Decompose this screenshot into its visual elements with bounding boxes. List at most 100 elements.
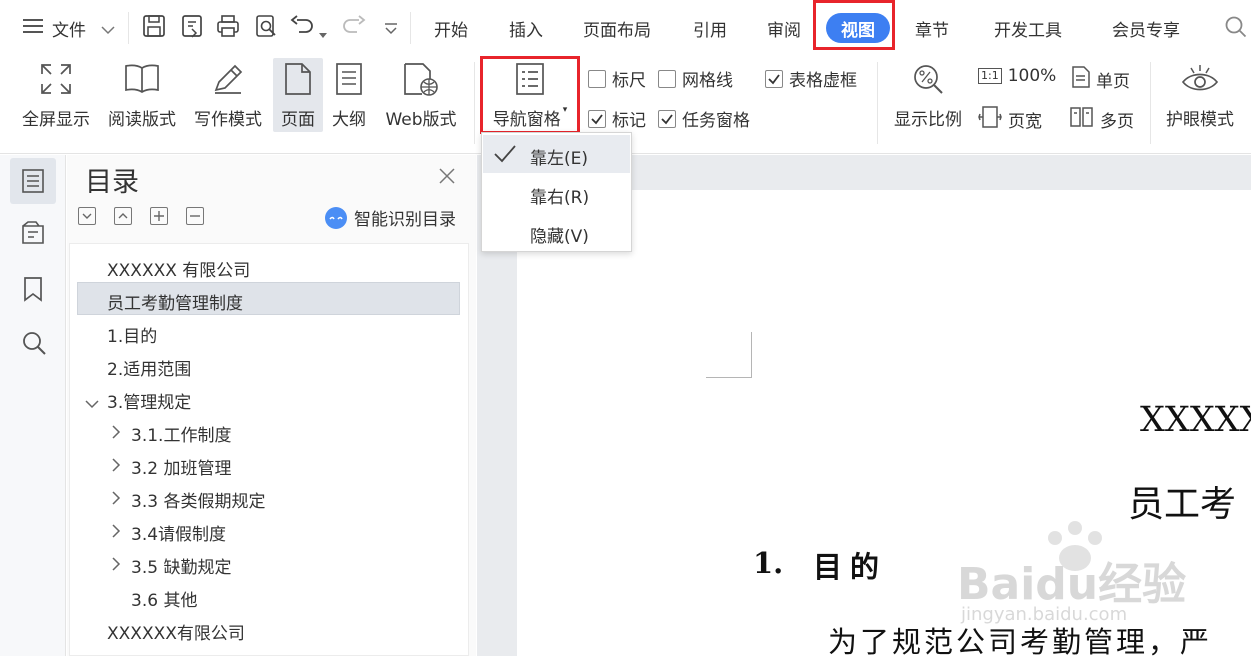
outline-item[interactable]: 3.2 加班管理	[131, 454, 231, 479]
task-pane-checkbox[interactable]: 任务窗格	[658, 106, 750, 131]
table-gridlines-checkbox[interactable]: 表格虚框	[765, 66, 857, 91]
dropdown-item-hide[interactable]: 隐藏(V)	[530, 222, 589, 247]
print-icon[interactable]	[216, 14, 240, 42]
customize-quick-access-icon[interactable]	[384, 20, 398, 39]
watermark-url: jingyan.baidu.com	[961, 604, 1128, 625]
reading-layout-button[interactable]: 阅读版式	[104, 62, 180, 130]
tab-references[interactable]: 引用	[693, 16, 727, 41]
export-pdf-icon[interactable]	[180, 14, 204, 42]
smart-toc-button[interactable]: 智能识别目录	[325, 205, 456, 230]
zoom-100-button[interactable]: 1:1 100%	[978, 66, 1056, 86]
checkmark-icon	[658, 109, 676, 128]
close-icon[interactable]	[439, 168, 455, 188]
outline-item[interactable]: XXXXXX有限公司	[107, 619, 245, 644]
dropdown-item-right[interactable]: 靠右(R)	[530, 183, 589, 208]
outline-item[interactable]: 3.4请假制度	[131, 520, 226, 545]
open-book-icon	[124, 62, 160, 100]
one-to-one-icon: 1:1	[978, 68, 1002, 84]
find-icon[interactable]	[21, 330, 47, 360]
checkmark-icon	[588, 109, 606, 128]
doc-company-name[interactable]: XXXXXX	[1140, 400, 1251, 440]
outline-item[interactable]: XXXXXX 有限公司	[107, 256, 250, 281]
undo-icon[interactable]	[290, 14, 316, 42]
chevron-right-icon[interactable]	[111, 424, 121, 443]
outline-item[interactable]: 3.5 缺勤规定	[131, 553, 231, 578]
file-menu[interactable]: 文件	[52, 16, 86, 41]
fullscreen-button[interactable]: 全屏显示	[18, 62, 94, 130]
plus-icon	[154, 211, 164, 221]
outline-item[interactable]: 3.1.工作制度	[131, 421, 231, 446]
smart-toc-label: 智能识别目录	[354, 210, 456, 230]
doc-heading-number[interactable]: 1.	[753, 546, 783, 580]
search-icon[interactable]	[1224, 15, 1248, 43]
chevron-down-icon[interactable]	[85, 394, 99, 413]
tab-page-layout[interactable]: 页面布局	[583, 16, 651, 41]
eye-mode-button[interactable]: 护眼模式	[1160, 62, 1240, 130]
print-preview-icon[interactable]	[254, 14, 278, 42]
outline-view-button[interactable]: 大纲	[326, 62, 372, 130]
undo-dropdown-icon[interactable]	[319, 24, 327, 43]
zoom-button[interactable]: 显示比例	[888, 62, 968, 130]
divider	[128, 12, 129, 44]
checkbox-box	[588, 69, 606, 88]
outline-item[interactable]: 1.目的	[107, 322, 157, 347]
save-icon[interactable]	[142, 14, 166, 42]
fullscreen-icon	[39, 62, 73, 100]
tab-home[interactable]: 开始	[434, 16, 468, 41]
chapter-nav-icon[interactable]	[20, 220, 46, 250]
tab-insert[interactable]: 插入	[509, 16, 543, 41]
collapse-all-button[interactable]	[114, 207, 132, 225]
tab-chapter[interactable]: 章节	[915, 16, 949, 41]
redo-icon[interactable]	[340, 14, 366, 42]
tab-view-label: 视图	[841, 20, 875, 41]
tab-view[interactable]: 视图	[826, 13, 890, 43]
writing-label: 写作模式	[194, 110, 262, 130]
divider	[410, 12, 411, 44]
page-width-button[interactable]: 页宽	[978, 106, 1042, 133]
divider	[877, 62, 878, 144]
watermark-brand: Baidu经验	[957, 559, 1187, 610]
gridlines-checkbox[interactable]: 网格线	[658, 66, 733, 91]
dropdown-item-left-label: 靠左(E)	[530, 149, 589, 169]
nav-pane-button[interactable]: 导航窗格 ▾	[485, 62, 575, 130]
multi-page-icon	[1070, 106, 1094, 133]
divider	[1150, 62, 1151, 144]
one-page-button[interactable]: 单页	[1072, 66, 1130, 93]
marks-checkbox[interactable]: 标记	[588, 106, 646, 131]
outline-item[interactable]: 3.3 各类假期规定	[131, 487, 265, 512]
page-corner-mark	[706, 332, 752, 378]
nav-pane-icon	[515, 62, 545, 100]
nav-toc-tab[interactable]	[10, 158, 56, 204]
tab-review[interactable]: 审阅	[767, 16, 801, 41]
outline-label: 大纲	[332, 110, 366, 130]
zoom-percent-icon	[911, 62, 945, 100]
page-width-icon	[978, 106, 1002, 133]
web-page-icon	[402, 62, 440, 100]
ruler-checkbox[interactable]: 标尺	[588, 66, 646, 91]
chevron-right-icon[interactable]	[111, 457, 121, 476]
checkmark-icon	[765, 69, 783, 88]
tab-developer[interactable]: 开发工具	[994, 16, 1062, 41]
expand-all-button[interactable]	[78, 207, 96, 225]
outline-icon	[334, 62, 364, 100]
add-heading-button[interactable]	[150, 207, 168, 225]
bookmark-icon[interactable]	[22, 276, 44, 306]
remove-heading-button[interactable]	[186, 207, 204, 225]
multi-page-button[interactable]: 多页	[1070, 106, 1134, 133]
smart-ai-icon	[325, 206, 347, 229]
outline-item-selected[interactable]: 员工考勤管理制度	[107, 289, 243, 314]
chevron-down-icon[interactable]	[101, 20, 115, 39]
chevron-right-icon[interactable]	[111, 490, 121, 509]
doc-heading[interactable]: 目的	[813, 544, 887, 586]
hamburger-icon[interactable]	[22, 17, 44, 35]
outline-item[interactable]: 2.适用范围	[107, 355, 191, 380]
tab-membership[interactable]: 会员专享	[1112, 16, 1180, 41]
chevron-right-icon[interactable]	[111, 523, 121, 542]
outline-item[interactable]: 3.6 其他	[131, 586, 197, 611]
web-layout-button[interactable]: Web版式	[380, 62, 462, 130]
chevron-down-icon	[82, 213, 92, 219]
writing-mode-button[interactable]: 写作模式	[190, 62, 266, 130]
chevron-right-icon[interactable]	[111, 556, 121, 575]
eye-mode-label: 护眼模式	[1166, 110, 1234, 130]
outline-item[interactable]: 3.管理规定	[107, 388, 191, 413]
